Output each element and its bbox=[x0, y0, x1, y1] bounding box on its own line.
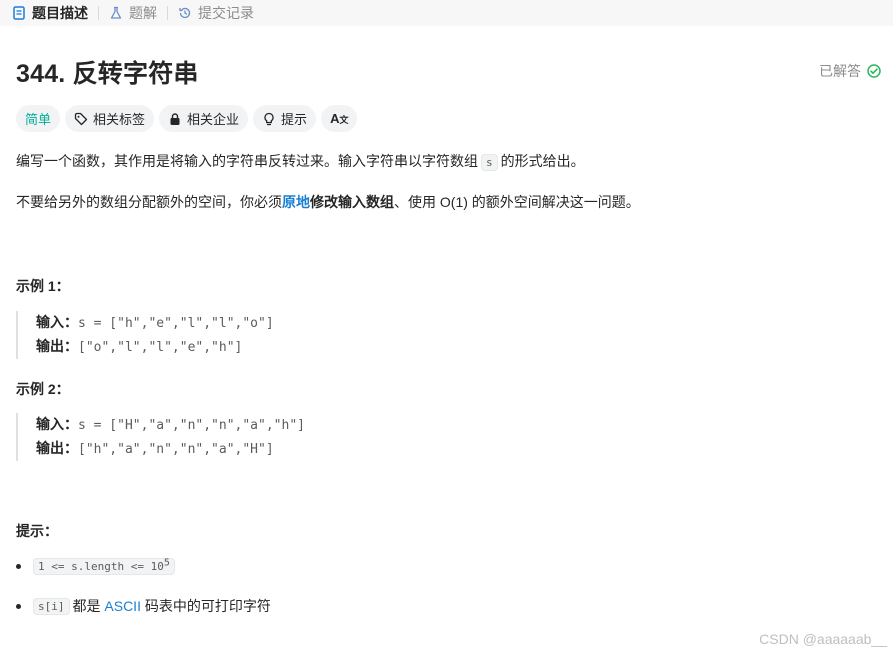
desc-text: 、使用 O(1) 的额外空间解决这一问题。 bbox=[394, 194, 640, 210]
related-tags-button[interactable]: 相关标签 bbox=[65, 105, 155, 132]
tab-label: 题目描述 bbox=[32, 5, 88, 21]
related-companies-label: 相关企业 bbox=[187, 112, 240, 127]
solved-label: 已解答 bbox=[819, 63, 861, 79]
example-1-block: 输入：s = ["h","e","l","l","o"] 输出：["o","l"… bbox=[16, 311, 416, 359]
constraint-text: 码表中的可打印字符 bbox=[144, 598, 271, 614]
tab-solutions[interactable]: 题解 bbox=[109, 0, 157, 26]
tab-label: 提交记录 bbox=[198, 5, 254, 21]
tag-row: 简单 相关标签 相关企业 提示 A文 bbox=[16, 105, 358, 132]
example-2-block: 输入：s = ["H","a","n","n","a","h"] 输出：["h"… bbox=[16, 413, 416, 461]
tab-label: 题解 bbox=[129, 5, 157, 21]
description-paragraph-1: 编写一个函数，其作用是将输入的字符串反转过来。输入字符串以字符数组 s 的形式给出。 bbox=[16, 150, 585, 174]
output-value: ["o","l","l","e","h"] bbox=[78, 340, 243, 355]
bullet-dot bbox=[16, 564, 21, 569]
description-paragraph-2: 不要给另外的数组分配额外的空间，你必须原地修改输入数组、使用 O(1) 的额外空… bbox=[16, 191, 640, 213]
hint-button[interactable]: 提示 bbox=[253, 105, 317, 132]
example-1-heading: 示例 1： bbox=[16, 278, 70, 294]
input-label: 输入： bbox=[36, 416, 78, 432]
font-size-toggle[interactable]: A文 bbox=[321, 105, 358, 132]
input-value: s = ["h","e","l","l","o"] bbox=[78, 316, 274, 331]
inline-code: 1 <= s.length <= 105 bbox=[33, 558, 175, 575]
example-input-line: 输入：s = ["h","e","l","l","o"] bbox=[36, 311, 416, 335]
ascii-link[interactable]: ASCII bbox=[104, 598, 141, 614]
tab-submissions[interactable]: 提交记录 bbox=[178, 0, 254, 26]
constraint-item: 1 <= s.length <= 105 bbox=[16, 558, 178, 575]
bold-text: 修改输入数组 bbox=[310, 194, 394, 210]
output-value: ["h","a","n","n","a","H"] bbox=[78, 442, 274, 457]
desc-text: 不要给另外的数组分配额外的空间，你必须 bbox=[16, 194, 282, 210]
output-label: 输出： bbox=[36, 338, 78, 354]
bullet-dot bbox=[16, 603, 21, 609]
inline-code: s[i] bbox=[33, 597, 70, 615]
constraint-item: s[i] 都是 ASCII 码表中的可打印字符 bbox=[16, 596, 271, 616]
desc-text: 编写一个函数，其作用是将输入的字符串反转过来。输入字符串以字符数组 bbox=[16, 153, 478, 169]
page-title: 344. 反转字符串 bbox=[16, 60, 199, 88]
in-place-link[interactable]: 原地 bbox=[282, 194, 310, 210]
solved-status: 已解答 bbox=[819, 61, 881, 81]
related-tags-label: 相关标签 bbox=[93, 112, 146, 127]
tab-description[interactable]: 题目描述 bbox=[12, 0, 88, 26]
lock-icon bbox=[170, 112, 180, 125]
check-circle-icon bbox=[867, 64, 881, 78]
example-output-line: 输出：["h","a","n","n","a","H"] bbox=[36, 437, 416, 461]
input-label: 输入： bbox=[36, 314, 78, 330]
output-label: 输出： bbox=[36, 440, 78, 456]
desc-text: 的形式给出。 bbox=[500, 153, 585, 169]
document-icon bbox=[13, 6, 25, 20]
difficulty-label: 简单 bbox=[25, 112, 52, 127]
related-companies-button[interactable]: 相关企业 bbox=[159, 105, 249, 132]
difficulty-badge[interactable]: 简单 bbox=[16, 105, 61, 132]
example-output-line: 输出：["o","l","l","e","h"] bbox=[36, 335, 416, 359]
input-value: s = ["H","a","n","n","a","h"] bbox=[78, 418, 305, 433]
tab-divider bbox=[167, 6, 168, 20]
tab-bar: 题目描述 题解 提交记录 bbox=[0, 0, 893, 26]
inline-code: s bbox=[481, 154, 498, 171]
tab-divider bbox=[98, 6, 99, 20]
flask-icon bbox=[110, 6, 122, 19]
watermark: CSDN @aaaaaab__ bbox=[759, 631, 887, 647]
constraint-text: 都是 bbox=[72, 598, 101, 614]
example-input-line: 输入：s = ["H","a","n","n","a","h"] bbox=[36, 413, 416, 437]
tag-icon bbox=[74, 112, 88, 125]
lightbulb-icon bbox=[264, 112, 274, 125]
constraints-heading: 提示： bbox=[16, 523, 58, 539]
history-icon bbox=[179, 7, 191, 19]
example-2-heading: 示例 2： bbox=[16, 381, 70, 397]
hint-label: 提示 bbox=[281, 112, 308, 127]
font-toggle-icon: A文 bbox=[330, 111, 349, 126]
